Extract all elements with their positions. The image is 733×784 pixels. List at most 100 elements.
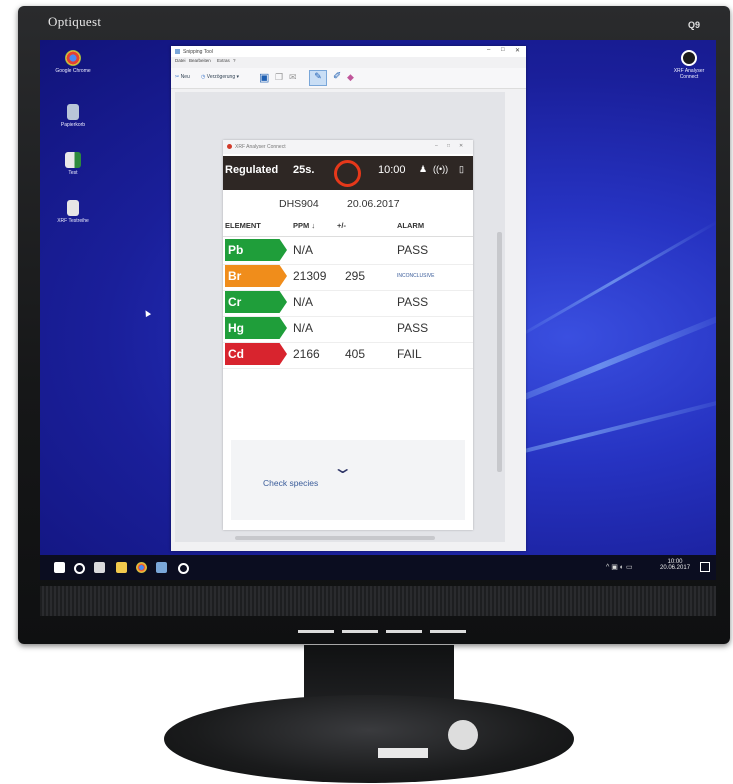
monitor-base <box>164 695 574 783</box>
save-icon[interactable]: ▣ <box>259 71 269 84</box>
menu-datei[interactable]: Datei <box>175 58 186 63</box>
ppm-value: 21309 <box>293 269 327 283</box>
col-error[interactable]: +/- <box>337 221 346 230</box>
eraser-icon[interactable]: ◆ <box>347 72 354 83</box>
results-header: ELEMENT PPM ↓ +/- ALARM <box>223 214 473 237</box>
horizontal-scrollbar[interactable] <box>235 536 435 540</box>
sample-id: DHS904 <box>279 198 319 210</box>
menu-help[interactable]: ? <box>233 58 236 63</box>
pen-icon[interactable]: ✎ <box>309 70 327 86</box>
menu-extras[interactable]: Extras <box>217 58 230 63</box>
snip-canvas: XRF Analyser Connect – □ ✕ Regulated 25s… <box>175 92 505 542</box>
app-maximize-icon[interactable]: □ <box>447 143 450 149</box>
vertical-scrollbar[interactable] <box>497 232 502 472</box>
element-tag: Cr <box>225 291 287 313</box>
snipping-title: Snipping Tool <box>183 49 213 55</box>
battery-icon: ▯ <box>459 164 464 174</box>
element-tag: Hg <box>225 317 287 339</box>
monitor-button[interactable] <box>386 630 422 633</box>
check-species-link[interactable]: Check species <box>263 478 318 488</box>
monitor-brand: Optiquest <box>48 14 102 29</box>
col-element[interactable]: ELEMENT <box>225 221 261 230</box>
explorer-icon[interactable] <box>116 562 127 573</box>
taskbar: ^ ▣ ◐ ▭ 10:00 20.06.2017 <box>40 555 716 580</box>
desktop-icon-papierkorb[interactable]: Papierkorb <box>48 104 98 128</box>
copy-icon[interactable]: ❐ <box>275 72 283 83</box>
alarm-value: PASS <box>397 295 429 309</box>
menu-bearbeiten[interactable]: Bearbeiten <box>189 58 211 63</box>
send-icon[interactable]: ✉ <box>289 72 297 83</box>
delay-button[interactable]: ◷ Verzögerung ▾ <box>201 74 239 80</box>
table-row[interactable]: Hg N/A PASS <box>223 316 473 343</box>
measure-ring-icon[interactable] <box>334 160 361 187</box>
ppm-value: N/A <box>293 321 314 335</box>
recycle-bin-icon <box>67 104 79 120</box>
alarm-value: FAIL <box>397 347 422 361</box>
measurement-date: 20.06.2017 <box>347 198 400 210</box>
desktop-screen: Google Chrome Papierkorb Test XRF Testre… <box>40 40 716 580</box>
maximize-icon[interactable]: □ <box>501 47 505 53</box>
element-tag: Cd <box>225 343 287 365</box>
monitor-button[interactable] <box>342 630 378 633</box>
desktop-icon-testreihe[interactable]: XRF Testreihe <box>48 200 98 224</box>
testreihe-file-icon <box>67 200 79 216</box>
error-value: 405 <box>345 347 366 361</box>
clock: 10:00 <box>378 164 406 176</box>
start-icon[interactable] <box>54 562 65 573</box>
chrome-taskbar-icon[interactable] <box>136 562 147 573</box>
test-file-icon <box>65 152 81 168</box>
snipping-taskbar-icon[interactable] <box>156 562 167 573</box>
app-minimize-icon[interactable]: – <box>435 143 438 149</box>
col-ppm[interactable]: PPM ↓ <box>293 221 315 230</box>
cortana-icon[interactable] <box>74 563 85 574</box>
error-value: 295 <box>345 269 366 283</box>
monitor-button[interactable] <box>298 630 334 633</box>
ppm-value: N/A <box>293 295 314 309</box>
desktop-icon-test[interactable]: Test <box>48 152 98 176</box>
user-icon: ♟ <box>419 164 428 174</box>
chevron-down-icon[interactable]: ⌄ <box>332 458 353 478</box>
alarm-value: PASS <box>397 321 429 335</box>
tray-clock[interactable]: 10:00 20.06.2017 <box>660 559 690 571</box>
minimize-icon[interactable]: – <box>487 47 490 53</box>
app-title: XRF Analyser Connect <box>235 144 286 150</box>
mouse-cursor-icon <box>142 308 152 318</box>
new-snip-button[interactable]: ✂ Neu <box>175 74 190 80</box>
ppm-value: N/A <box>293 243 314 257</box>
base-sticker <box>448 720 478 750</box>
speaker-grille <box>40 586 716 616</box>
base-label <box>378 748 428 758</box>
ppm-value: 2166 <box>293 347 320 361</box>
notification-icon[interactable] <box>700 562 710 572</box>
alarm-value: INCONCLUSIVE <box>397 273 435 279</box>
task-view-icon[interactable] <box>94 562 105 573</box>
table-row[interactable]: Cr N/A PASS <box>223 290 473 317</box>
desktop-icon-chrome[interactable]: Google Chrome <box>48 50 98 74</box>
element-tag: Br <box>225 265 287 287</box>
status-bar: Regulated 25s. 10:00 ♟ ((•)) ▯ <box>223 156 473 190</box>
monitor-model: Q9 <box>688 20 701 30</box>
table-row[interactable]: Cd 2166 405 FAIL <box>223 342 473 369</box>
close-icon[interactable]: ✕ <box>515 47 520 54</box>
highlighter-icon[interactable]: ✐ <box>333 71 341 82</box>
mode-label: Regulated <box>225 164 279 176</box>
xrf-taskbar-icon[interactable] <box>178 563 189 574</box>
signal-icon: ((•)) <box>433 164 449 174</box>
scissors-icon <box>175 49 180 54</box>
xrf-app-window: XRF Analyser Connect – □ ✕ Regulated 25s… <box>223 140 473 530</box>
desktop-icon-xrf-analyser[interactable]: XRF Analyser Connect <box>664 50 714 80</box>
table-row[interactable]: Pb N/A PASS <box>223 238 473 265</box>
col-alarm[interactable]: ALARM <box>397 221 424 230</box>
snipping-tool-window[interactable]: Snipping Tool – □ ✕ Datei Bearbeiten Ext… <box>171 46 526 551</box>
alarm-value: PASS <box>397 243 429 257</box>
monitor-button[interactable] <box>430 630 466 633</box>
measure-time: 25s. <box>293 164 315 176</box>
app-close-icon[interactable]: ✕ <box>459 143 463 149</box>
app-logo-icon <box>227 144 232 149</box>
tray-icons[interactable]: ^ ▣ ◐ ▭ <box>606 563 633 571</box>
taskbar-date: 20.06.2017 <box>660 565 691 571</box>
table-row[interactable]: Br 21309 295 INCONCLUSIVE <box>223 264 473 291</box>
chrome-icon <box>65 50 81 66</box>
xrf-analyser-icon <box>681 50 697 66</box>
element-tag: Pb <box>225 239 287 261</box>
